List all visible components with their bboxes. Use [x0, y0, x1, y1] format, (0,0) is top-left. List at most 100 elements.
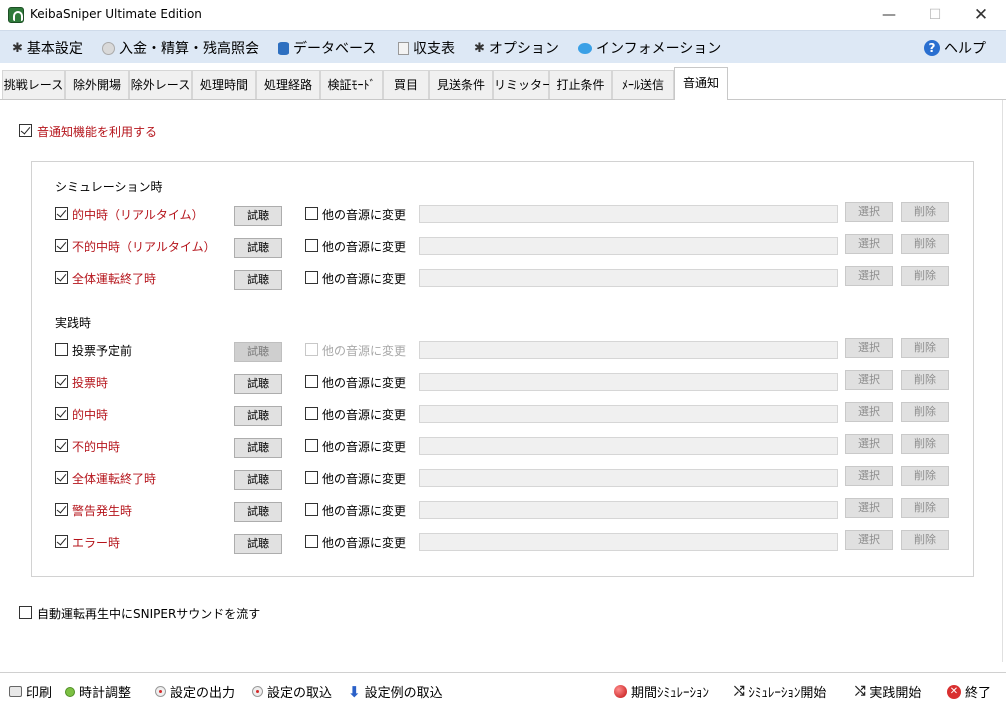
import-settings-button[interactable]: 設定の取込	[252, 682, 332, 701]
tab-sound-notification[interactable]: 音通知	[674, 67, 728, 100]
select-file-button[interactable]: 選択	[845, 370, 893, 390]
maximize-button[interactable]: ☐	[912, 0, 958, 30]
delete-file-button[interactable]: 削除	[901, 202, 949, 222]
test-listen-button[interactable]: 試聴	[234, 406, 282, 426]
export-settings-label: 設定の出力	[170, 686, 236, 701]
change-source-checkbox[interactable]	[305, 407, 318, 420]
period-simulation-button[interactable]: 期間ｼﾐｭﾚｰｼｮﾝ	[614, 682, 709, 701]
delete-file-button[interactable]: 削除	[901, 338, 949, 358]
sound-event-checkbox[interactable]	[55, 343, 68, 356]
tab-limiter[interactable]: リミッター	[493, 70, 554, 99]
change-source-checkbox[interactable]	[305, 343, 318, 356]
clock-adjust-button[interactable]: 時計調整	[65, 682, 131, 701]
change-source-checkbox[interactable]	[305, 207, 318, 220]
tab-stop-conditions[interactable]: 打止条件	[549, 70, 612, 99]
menu-label: 収支表	[413, 41, 455, 57]
menu-basic-settings[interactable]: ✱ 基本設定	[12, 38, 83, 58]
select-file-button[interactable]: 選択	[845, 266, 893, 286]
sound-event-checkbox[interactable]	[55, 407, 68, 420]
delete-file-button[interactable]: 削除	[901, 234, 949, 254]
test-listen-button[interactable]: 試聴	[234, 206, 282, 226]
help-icon: ?	[924, 40, 940, 56]
tab-processing-route[interactable]: 処理経路	[256, 70, 320, 99]
start-simulation-button[interactable]: ⤭ ｼﾐｭﾚｰｼｮﾝ開始	[734, 682, 826, 701]
menu-information[interactable]: インフォメーション	[578, 38, 721, 58]
sound-event-checkbox[interactable]	[55, 471, 68, 484]
tab-excluded-race[interactable]: 除外レース	[129, 70, 192, 99]
tab-processing-time[interactable]: 処理時間	[192, 70, 256, 99]
select-file-button[interactable]: 選択	[845, 402, 893, 422]
change-source-checkbox[interactable]	[305, 503, 318, 516]
sound-file-path-field	[419, 373, 838, 391]
menu-ledger[interactable]: 収支表	[398, 38, 455, 58]
sound-event-checkbox[interactable]	[55, 535, 68, 548]
clock-icon	[65, 686, 75, 697]
sound-event-checkbox[interactable]	[55, 503, 68, 516]
menu-label: 基本設定	[26, 41, 83, 57]
sound-event-checkbox[interactable]	[55, 439, 68, 452]
exit-label: 終了	[965, 686, 992, 701]
sniper-sound-checkbox[interactable]	[19, 606, 32, 619]
menu-help[interactable]: ? ヘルプ	[924, 38, 986, 58]
menu-deposit[interactable]: 入金・精算・残高照会	[102, 38, 259, 58]
tab-verify-mode[interactable]: 検証ﾓｰﾄﾞ	[320, 70, 383, 99]
sound-event-checkbox[interactable]	[55, 239, 68, 252]
change-source-checkbox[interactable]	[305, 535, 318, 548]
coin-icon	[102, 41, 115, 55]
delete-file-button[interactable]: 削除	[901, 466, 949, 486]
delete-file-button[interactable]: 削除	[901, 434, 949, 454]
delete-file-button[interactable]: 削除	[901, 266, 949, 286]
test-listen-button[interactable]: 試聴	[234, 270, 282, 290]
menu-options[interactable]: ✱ オプション	[474, 38, 559, 58]
test-listen-button[interactable]: 試聴	[234, 470, 282, 490]
tab-challenge-race[interactable]: 挑戦レース	[2, 70, 65, 99]
change-source-checkbox[interactable]	[305, 375, 318, 388]
delete-file-button[interactable]: 削除	[901, 402, 949, 422]
tab-bets[interactable]: 買目	[383, 70, 429, 99]
close-button[interactable]: ✕	[958, 0, 1004, 30]
test-listen-button[interactable]: 試聴	[234, 374, 282, 394]
select-file-button[interactable]: 選択	[845, 338, 893, 358]
change-source-checkbox[interactable]	[305, 271, 318, 284]
select-file-button[interactable]: 選択	[845, 234, 893, 254]
change-source-label: 他の音源に変更	[322, 536, 407, 550]
select-file-button[interactable]: 選択	[845, 202, 893, 222]
change-source-label: 他の音源に変更	[322, 376, 407, 390]
enable-sound-checkbox[interactable]	[19, 124, 32, 137]
sound-event-label: 不的中時（リアルタイム）	[72, 240, 216, 254]
tab-skip-conditions[interactable]: 見送条件	[429, 70, 493, 99]
enable-sound-label: 音通知機能を利用する	[37, 125, 158, 139]
menu-database[interactable]: データベース	[278, 38, 376, 58]
test-listen-button[interactable]: 試聴	[234, 438, 282, 458]
delete-file-button[interactable]: 削除	[901, 530, 949, 550]
change-source-checkbox[interactable]	[305, 471, 318, 484]
test-listen-button[interactable]: 試聴	[234, 342, 282, 362]
select-file-button[interactable]: 選択	[845, 498, 893, 518]
test-listen-button[interactable]: 試聴	[234, 534, 282, 554]
select-file-button[interactable]: 選択	[845, 530, 893, 550]
sound-event-checkbox[interactable]	[55, 207, 68, 220]
change-source-checkbox[interactable]	[305, 239, 318, 252]
tab-excluded-venue[interactable]: 除外開場	[65, 70, 129, 99]
test-listen-button[interactable]: 試聴	[234, 238, 282, 258]
exit-button[interactable]: ✕ 終了	[947, 682, 991, 701]
select-file-button[interactable]: 選択	[845, 466, 893, 486]
delete-file-button[interactable]: 削除	[901, 498, 949, 518]
menu-label: データベース	[293, 41, 377, 57]
start-live-button[interactable]: ⤭ 実践開始	[855, 682, 921, 701]
print-button[interactable]: 印刷	[9, 682, 52, 701]
delete-file-button[interactable]: 削除	[901, 370, 949, 390]
import-examples-button[interactable]: ⬇ 設定例の取込	[348, 682, 443, 702]
select-file-button[interactable]: 選択	[845, 434, 893, 454]
sound-event-checkbox[interactable]	[55, 375, 68, 388]
change-source-label: 他の音源に変更	[322, 344, 407, 358]
export-settings-button[interactable]: 設定の出力	[155, 682, 235, 701]
sound-file-path-field	[419, 237, 838, 255]
test-listen-button[interactable]: 試聴	[234, 502, 282, 522]
bottom-toolbar: 印刷 時計調整 設定の出力 設定の取込 ⬇ 設定例の取込 期間ｼﾐｭﾚｰｼｮﾝ …	[0, 672, 1006, 708]
sound-event-checkbox[interactable]	[55, 271, 68, 284]
change-source-checkbox[interactable]	[305, 439, 318, 452]
tab-mail-send[interactable]: ﾒｰﾙ送信	[612, 70, 674, 99]
minimize-button[interactable]: —	[866, 0, 912, 30]
menu-label: ヘルプ	[944, 41, 986, 57]
